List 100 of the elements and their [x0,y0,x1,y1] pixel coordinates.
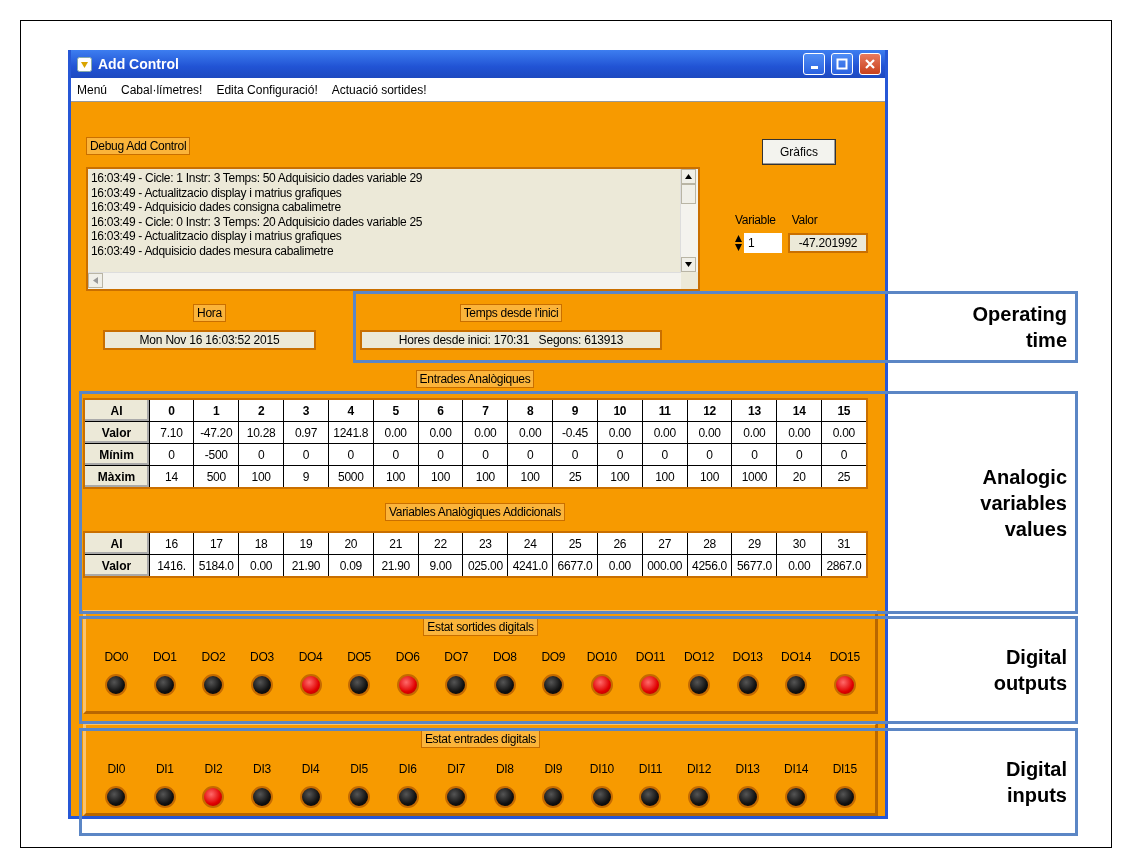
table-cell: 0 [373,443,419,466]
column-header: 0 [149,399,194,422]
column-header: 27 [642,532,688,555]
column-header: 10 [597,399,643,422]
callout-label: Operating time [971,302,1067,353]
table-cell: 0 [731,443,777,466]
row-header: Màxim [83,465,149,488]
horizontal-scrollbar[interactable] [88,272,681,289]
log-line: 16:03:49 - Cicle: 0 Instr: 3 Temps: 20 Adquisicio dades variable 25 [91,214,424,230]
variable-spinner[interactable]: 1 [744,233,782,253]
column-header: 3 [283,399,329,422]
row-header: Valor [83,554,149,577]
column-header: 4 [328,399,374,422]
maximize-button[interactable] [831,53,853,75]
close-button[interactable] [859,53,881,75]
column-header: 23 [462,532,508,555]
row-header: AI [83,399,149,422]
column-header: 9 [552,399,598,422]
channel-label: DI0 [107,762,126,776]
group-title: Debug Add Control [86,137,191,155]
section-title: Entrades Analògiques [415,370,535,388]
close-icon [864,58,876,70]
table-cell: 0.00 [642,421,688,444]
table-cell: 0 [238,443,284,466]
left-arrow-icon [93,277,98,284]
row-header: Mínim [83,443,149,466]
channel-label: DO12 [683,650,715,664]
graphics-button[interactable]: Gràfics [762,139,836,165]
table-cell: 0 [776,443,822,466]
minimize-icon [810,66,818,69]
channel-label: DI9 [544,762,563,776]
channel-label: DO15 [829,650,860,664]
channel-label: DI13 [735,762,760,776]
channel-label: DI14 [784,762,809,776]
table-cell: 0 [687,443,732,466]
channel-label: DI12 [686,762,712,776]
app-icon [77,56,92,72]
table-cell: 0.00 [373,421,419,444]
channel-label: DO9 [541,650,566,664]
channel-label: DI6 [398,762,417,776]
channel-label: DO4 [298,650,323,664]
log-line: 16:03:49 - Cicle: 1 Instr: 3 Temps: 50 Adquisicio dades variable 29 [91,171,424,186]
column-header: 14 [776,399,822,422]
column-header: 8 [507,399,553,422]
table-cell: 10.28 [238,421,284,444]
column-header: 12 [687,399,732,422]
menu-item[interactable]: Edita Configuració! [216,82,318,97]
log-line: 16:03:49 - Adquisicio dades consigna cabalimetre [91,200,342,215]
table-cell: 0.00 [776,421,822,444]
channel-label: DI3 [253,762,271,776]
spinner-arrows-icon[interactable] [735,234,742,252]
channel-label: DO5 [347,650,371,664]
channel-label: DI10 [589,762,614,776]
menu-item[interactable]: Cabal·límetres! [121,82,203,97]
channel-label: DO13 [732,650,763,664]
field-label: Variable [735,213,776,227]
table-cell: -0.45 [552,421,598,444]
table-cell: 0.00 [418,421,463,444]
channel-label: DO8 [492,650,517,664]
log-line: 16:03:49 - Adquisicio dades mesura cabalimetre [91,243,335,259]
channel-label: DO0 [104,650,129,664]
window-title: Add Control [98,56,180,72]
field-label: Valor [791,213,818,227]
table-cell: 0 [283,443,329,466]
table-cell: 0.00 [597,421,643,444]
column-header: 22 [418,532,463,555]
column-header: 1 [193,399,239,422]
channel-label: DI8 [495,762,514,776]
channel-label: DO14 [781,650,812,664]
column-header: 2 [238,399,284,422]
column-header: 16 [149,532,194,555]
log-line: 16:03:49 - Actualitzacio display i matrius grafiques [91,185,343,201]
channel-label: DO3 [250,650,274,664]
channel-label: DI11 [638,762,663,776]
menu-item[interactable]: Actuació sortides! [331,82,427,97]
channel-label: DI4 [301,762,320,776]
maximize-icon [836,58,848,70]
channel-label: DO11 [635,650,666,664]
row-header: Valor [83,421,149,444]
table-cell: 0 [507,443,553,466]
table-cell: 0 [418,443,463,466]
table-cell: -500 [193,443,239,466]
column-header: 26 [597,532,643,555]
minimize-button[interactable] [803,53,825,75]
scroll-thumb[interactable] [681,184,696,204]
table-cell: 0 [642,443,688,466]
menu-item[interactable]: Menú [77,82,108,97]
column-header: 30 [776,532,822,555]
vertical-scrollbar[interactable] [680,169,698,272]
log-line: 16:03:49 - Actualitzacio display i matrius grafiques [91,229,343,244]
channel-label: DO10 [586,650,617,664]
channel-label: DI2 [204,762,223,776]
column-header: 24 [507,532,553,555]
section-title: Variables Analògiques Addicionals [385,503,565,521]
column-header: 18 [238,532,284,555]
table-cell: 0.00 [731,421,777,444]
table-cell: 0 [462,443,508,466]
column-header: 6 [418,399,463,422]
channel-label: DI7 [447,762,466,776]
table-cell: 0.00 [462,421,508,444]
